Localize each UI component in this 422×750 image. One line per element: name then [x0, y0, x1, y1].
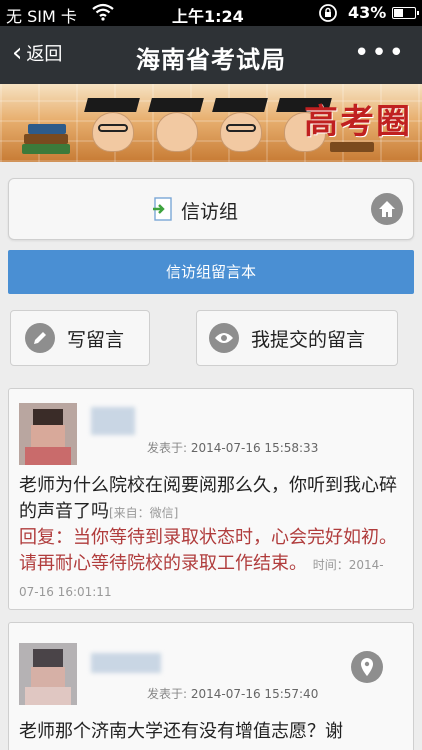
location-pin-icon — [361, 658, 373, 676]
message-date: 2014-07-16 15:57:40 — [190, 687, 319, 701]
message-meta: 发表于: 2014-07-16 15:58:33 — [147, 439, 318, 456]
message-source: [来自：微信] — [109, 506, 179, 520]
battery-icon — [392, 7, 419, 19]
avatar — [19, 643, 77, 705]
books-icon — [330, 142, 374, 152]
group-panel: 信访组 — [8, 178, 414, 240]
carrier-label: 无 SIM 卡 — [6, 7, 77, 26]
meta-prefix: 发表于: — [147, 441, 188, 455]
home-icon — [379, 201, 395, 217]
home-button[interactable] — [371, 193, 403, 225]
my-messages-label: 我提交的留言 — [251, 328, 366, 351]
pencil-icon — [25, 323, 55, 353]
message-text: 老师那个济南大学还有没有增值志愿？谢 — [19, 719, 403, 745]
graduation-cap-icon — [84, 98, 140, 112]
meta-prefix: 发表于: — [147, 687, 188, 701]
battery-fill — [394, 9, 404, 17]
reply-text: 回复：当你等待到录取状态时，心会完好如初。请再耐心等待院校的录取工作结束。 时间… — [19, 525, 403, 605]
message-meta: 发表于: 2014-07-16 15:57:40 — [147, 685, 318, 702]
banner-logo-text: 高考圈 — [304, 102, 412, 142]
username-blurred — [91, 653, 161, 673]
graduation-cap-icon — [212, 98, 268, 112]
banner-image: 高考圈 — [0, 84, 422, 162]
guestbook-header: 信访组留言本 — [8, 250, 414, 294]
message-body: 老师为什么院校在阅要阅那么久，你听到我心碎的声音了吗 — [19, 475, 397, 522]
wifi-icon — [92, 3, 114, 25]
username-blurred — [91, 407, 135, 435]
write-message-label: 写留言 — [67, 328, 125, 351]
rotation-lock-icon — [318, 3, 338, 27]
more-options-button[interactable]: ••• — [354, 38, 406, 68]
my-messages-button[interactable]: 我提交的留言 — [196, 310, 398, 366]
clock: 上午1:24 — [172, 7, 244, 26]
student-face — [220, 112, 262, 152]
message-body: 老师那个济南大学还有没有增值志愿？谢 — [19, 721, 343, 742]
document-icon — [151, 197, 173, 223]
avatar — [19, 403, 77, 465]
glasses-icon — [226, 124, 256, 132]
eye-icon — [209, 323, 239, 353]
write-message-button[interactable]: 写留言 — [10, 310, 150, 366]
student-face — [92, 112, 134, 152]
books-icon — [22, 144, 70, 154]
message-text: 老师为什么院校在阅要阅那么久，你听到我心碎的声音了吗[来自：微信] — [19, 473, 403, 526]
message-card: 发表于: 2014-07-16 15:58:33 老师为什么院校在阅要阅那么久，… — [8, 388, 414, 610]
books-icon — [24, 134, 68, 144]
books-icon — [28, 124, 66, 134]
student-face — [156, 112, 198, 152]
graduation-cap-icon — [148, 98, 204, 112]
group-title: 信访组 — [181, 201, 239, 223]
nav-bar: ‹ 返回 海南省考试局 ••• — [0, 26, 422, 84]
location-pin-button[interactable] — [351, 651, 383, 683]
message-card: 发表于: 2014-07-16 15:57:40 老师那个济南大学还有没有增值志… — [8, 622, 414, 750]
status-bar: 无 SIM 卡 上午1:24 43% — [0, 0, 422, 26]
battery-percent: 43% — [348, 3, 387, 22]
glasses-icon — [98, 124, 128, 132]
message-date: 2014-07-16 15:58:33 — [190, 441, 319, 455]
